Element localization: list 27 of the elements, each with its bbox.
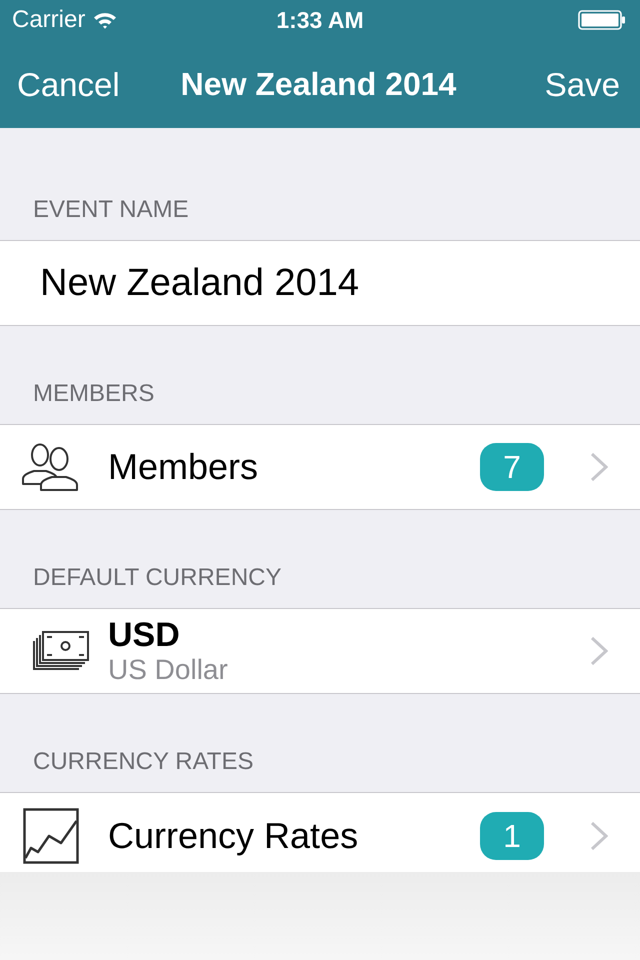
row-title: Members	[108, 446, 258, 488]
nav-title: New Zealand 2014	[180, 68, 456, 100]
section-header: EVENT NAME	[33, 198, 189, 222]
save-button[interactable]: Save	[544, 68, 620, 100]
chevron-right-icon	[590, 452, 608, 482]
line-chart-icon	[23, 808, 79, 864]
list-row[interactable]: Currency Rates 1	[0, 792, 640, 872]
chevron-right-icon	[590, 636, 608, 666]
list-row[interactable]: USD US Dollar	[0, 608, 640, 694]
event-name-field[interactable]: New Zealand 2014	[0, 240, 640, 326]
row-subtitle: US Dollar	[108, 654, 228, 686]
cancel-button[interactable]: Cancel	[17, 68, 120, 100]
count-badge: 1	[480, 812, 544, 860]
chevron-right-icon	[590, 820, 608, 850]
list-row[interactable]: Members 7	[0, 424, 640, 510]
section-header: MEMBERS	[33, 382, 154, 406]
wifi-icon	[93, 11, 118, 29]
count-badge: 7	[480, 443, 544, 491]
battery-icon	[578, 10, 626, 30]
row-title: USD	[108, 616, 181, 654]
carrier-label: Carrier	[12, 8, 86, 32]
section-header: DEFAULT CURRENCY	[33, 566, 282, 590]
section-header: CURRENCY RATES	[33, 750, 254, 774]
clock-time: 1:33 AM	[276, 8, 364, 32]
row-title: Currency Rates	[108, 814, 358, 856]
banknotes-icon	[33, 631, 89, 671]
people-icon	[19, 442, 81, 492]
